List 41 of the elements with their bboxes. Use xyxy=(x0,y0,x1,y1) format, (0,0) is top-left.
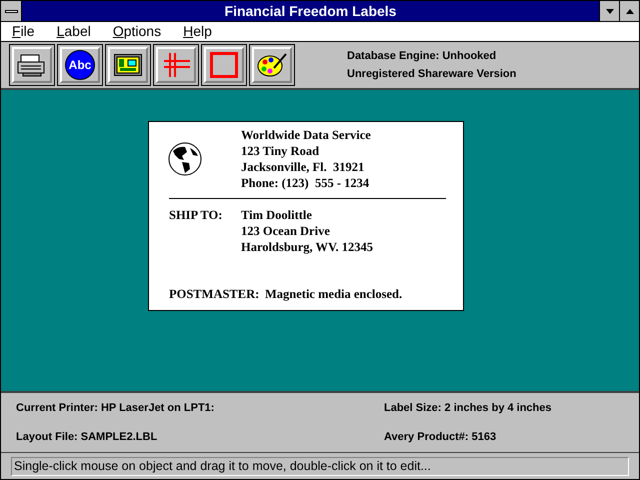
picture-frame-icon xyxy=(114,54,142,76)
sender-line: Phone: (123) 555 - 1234 xyxy=(241,175,370,191)
toolbar-button[interactable] xyxy=(153,44,199,86)
layout-file-info: Layout File: SAMPLE2.LBL xyxy=(16,430,158,445)
text-tool-icon: Abc xyxy=(65,50,95,80)
sender-line: 123 Tiny Road xyxy=(241,143,320,159)
recipient-line: Haroldsburg, WV. 12345 xyxy=(241,239,373,255)
minimize-button[interactable] xyxy=(599,1,619,21)
recipient-line: 123 Ocean Drive xyxy=(241,223,331,239)
sender-line: Jacksonville, Fl. 31921 xyxy=(241,159,366,175)
toolbar-button[interactable] xyxy=(9,44,55,86)
avery-product-info: Avery Product#: 5163 xyxy=(384,430,498,445)
globe-icon xyxy=(168,142,202,176)
maximize-button[interactable] xyxy=(619,1,639,21)
toolbar-button[interactable] xyxy=(249,44,295,86)
toolbar-button[interactable] xyxy=(201,44,247,86)
menu-item[interactable]: Options xyxy=(112,21,162,42)
rectangle-icon xyxy=(210,52,238,78)
printer-info: Current Printer: HP LaserJet on LPT1: xyxy=(16,400,216,416)
toolbar-button[interactable] xyxy=(105,44,151,86)
system-menu-button[interactable] xyxy=(1,1,22,21)
status-bar: Single-click mouse on object and drag it to move, double-click on it to edit... xyxy=(11,456,629,476)
toolbar-button[interactable]: Abc xyxy=(57,44,103,86)
menu-item[interactable]: Help xyxy=(183,21,212,42)
label-size-info: Label Size: 2 inches by 4 inches xyxy=(384,400,553,416)
postmaster-caption: POSTMASTER: xyxy=(169,286,260,302)
label-card[interactable]: Worldwide Data Service 123 Tiny Road Jacksonville, Fl. 31921 Phone: (123) 555 - 1234 SHIP TO: Tim Doolittle 123 Ocean Drive Haroldsburg, WV. 12345 POSTMASTER: Magnetic media enclosed. xyxy=(148,121,464,311)
recipient-line: Tim Doolittle xyxy=(241,207,313,223)
window-title: Financial Freedom Labels xyxy=(224,2,398,20)
ship-to-caption: SHIP TO: xyxy=(169,207,222,223)
grid-lines-icon xyxy=(162,53,190,77)
menu-item[interactable]: File xyxy=(12,21,35,42)
sender-line: Worldwide Data Service xyxy=(241,127,371,143)
up-arrow-icon xyxy=(626,8,634,14)
engine-info-text: Unregistered Shareware Version xyxy=(347,67,516,82)
postmaster-note: Magnetic media enclosed. xyxy=(265,286,402,302)
printer-icon xyxy=(17,53,47,77)
menu-item[interactable]: Label xyxy=(56,21,91,42)
palette-icon xyxy=(257,52,287,78)
down-arrow-icon xyxy=(606,8,614,14)
engine-info-text: Database Engine: Unhooked xyxy=(347,48,498,64)
